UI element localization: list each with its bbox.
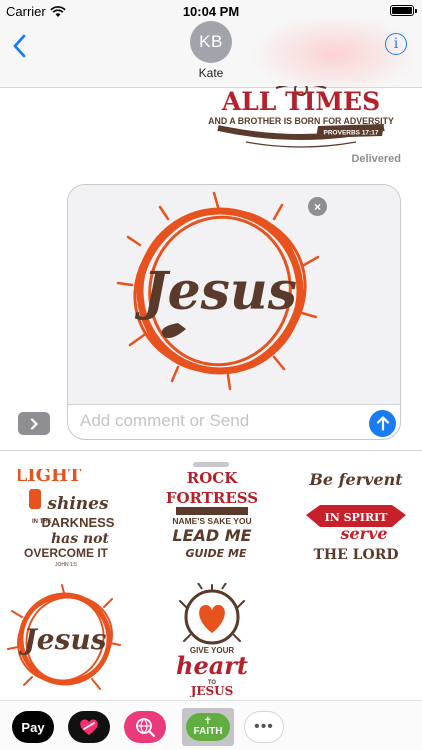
info-icon: i (393, 36, 399, 52)
jesus-crown-sticker: Jesus (116, 191, 320, 391)
apple-pay-app[interactable]: Pay (12, 711, 54, 743)
sticker-heart-word: heart (176, 651, 248, 680)
apple-pay-label: Pay (21, 719, 45, 735)
sticker-has-not-word: has not (51, 531, 110, 547)
chevron-right-icon (30, 417, 38, 430)
sticker-jesus-text: Jesus (19, 623, 107, 656)
sticker-shines-word: shines (46, 494, 109, 514)
more-icon: ••• (254, 718, 274, 735)
sticker-light-shines[interactable]: LIGHT shines IN THE DARKNESS has not OVE… (15, 465, 116, 569)
sticker-fortress-word: FORTRESS (166, 489, 258, 507)
sticker-fervent-word: Be fervent (308, 470, 403, 489)
arrow-up-icon (376, 416, 389, 431)
faith-badge: ✝ FAITH (186, 713, 230, 741)
battery-icon (390, 5, 417, 16)
faith-sticker-app[interactable]: ✝ FAITH (182, 708, 234, 746)
sticker-darkness-word: DARKNESS (42, 515, 115, 530)
sticker-lead-me: LEAD ME (172, 526, 251, 545)
info-button[interactable]: i (385, 33, 407, 55)
status-bar: Carrier 10:04 PM (0, 0, 422, 22)
sticker-guide-me: GUIDE ME (186, 547, 247, 560)
sticker-serve: serve (339, 524, 387, 543)
contact-name[interactable]: Kate (0, 66, 422, 80)
back-button[interactable] (10, 32, 34, 60)
heart-icon (80, 719, 98, 735)
contact-avatar[interactable]: KB (190, 21, 232, 63)
attachment-preview: Jesus × (68, 185, 400, 405)
image-search-app[interactable] (124, 711, 166, 743)
more-apps-button[interactable]: ••• (244, 711, 284, 743)
sticker-rock-word: ROCK (187, 469, 238, 487)
drawer-grabber[interactable] (193, 462, 229, 467)
sticker-jesus-word: JESUS (190, 684, 234, 697)
close-icon: × (313, 199, 321, 214)
chevron-left-icon (13, 34, 26, 58)
sticker-names-sake: NAME'S SAKE YOU (172, 516, 251, 526)
sticker-headline: ALL TIMES (221, 87, 380, 116)
sticker-light-word: LIGHT (18, 469, 82, 486)
sent-sticker-message[interactable]: ALL TIMES AND A BROTHER IS BORN FOR ADVE… (206, 86, 396, 150)
sticker-the-lord: THE LORD (313, 547, 398, 563)
sticker-rock-fortress[interactable]: ROCK FORTRESS NAME'S SAKE YOU LEAD ME GU… (160, 469, 264, 569)
expand-apps-button[interactable] (18, 412, 50, 435)
remove-attachment-button[interactable]: × (308, 197, 327, 216)
sticker-light-ref: JOHN 1:5 (55, 562, 77, 568)
clock: 10:04 PM (182, 4, 240, 19)
delivered-status: Delivered (351, 153, 401, 165)
sticker-overcome-word: OVERCOME IT (24, 546, 109, 560)
sticker-reference: PROVERBS 17:17 (324, 130, 379, 137)
all-times-sticker: ALL TIMES AND A BROTHER IS BORN FOR ADVE… (208, 86, 394, 148)
send-button[interactable] (369, 410, 396, 437)
sticker-in-spirit: IN SPIRIT (325, 511, 389, 524)
globe-search-icon (136, 718, 156, 738)
sticker-jesus-crown[interactable]: Jesus (6, 583, 124, 697)
sticker-subline: AND A BROTHER IS BORN FOR ADVERSITY (208, 116, 394, 126)
digital-touch-app[interactable] (68, 711, 110, 743)
imessage-app-strip: Pay ✝ FAITH ••• (0, 700, 422, 750)
sticker-be-fervent[interactable]: Be fervent IN SPIRIT serve THE LORD (302, 469, 410, 569)
faith-label: FAITH (193, 726, 223, 737)
message-input[interactable]: Add comment or Send (80, 411, 249, 431)
sticker-text: Jesus (134, 261, 297, 322)
compose-field[interactable]: Jesus × Add comment or Send (67, 184, 401, 440)
sticker-give-heart[interactable]: GIVE YOUR heart TO JESUS (160, 582, 264, 698)
